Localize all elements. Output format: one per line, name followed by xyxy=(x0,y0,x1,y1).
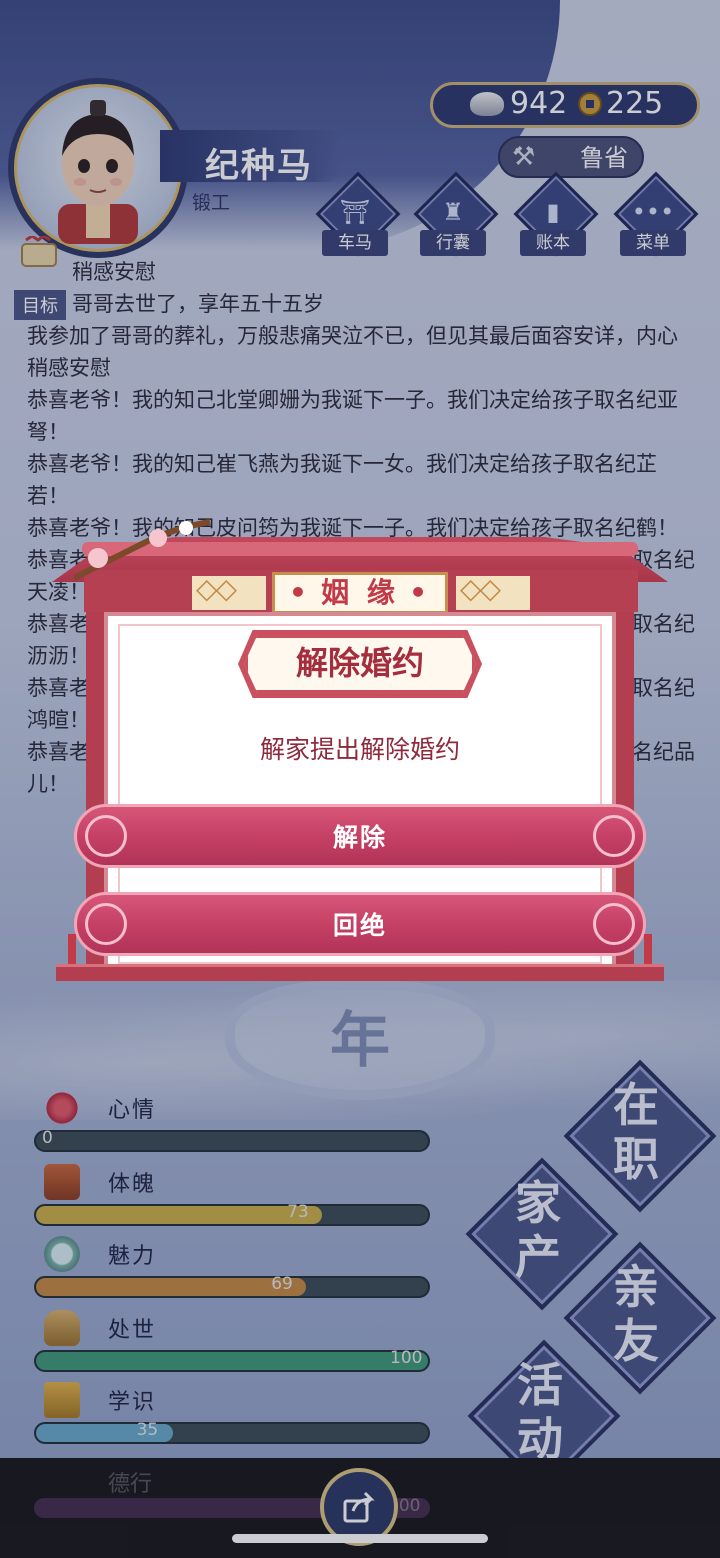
decor-panel-right xyxy=(456,572,530,610)
popup-title: 姻 缘 xyxy=(272,572,448,614)
popup-message: 解家提出解除婚约 xyxy=(259,735,460,764)
popup-subtitle: 解除婚约 xyxy=(244,634,476,694)
dissolve-button[interactable]: 解除 xyxy=(74,804,646,868)
popup-base xyxy=(56,964,664,981)
reject-button[interactable]: 回绝 xyxy=(74,892,646,956)
marriage-popup: 姻 缘 解除婚约 解家提出解除婚约 解除 回绝 xyxy=(0,0,720,1558)
plum-blossom-icon xyxy=(74,519,211,581)
candle-right xyxy=(644,934,652,966)
candle-left xyxy=(68,934,76,966)
